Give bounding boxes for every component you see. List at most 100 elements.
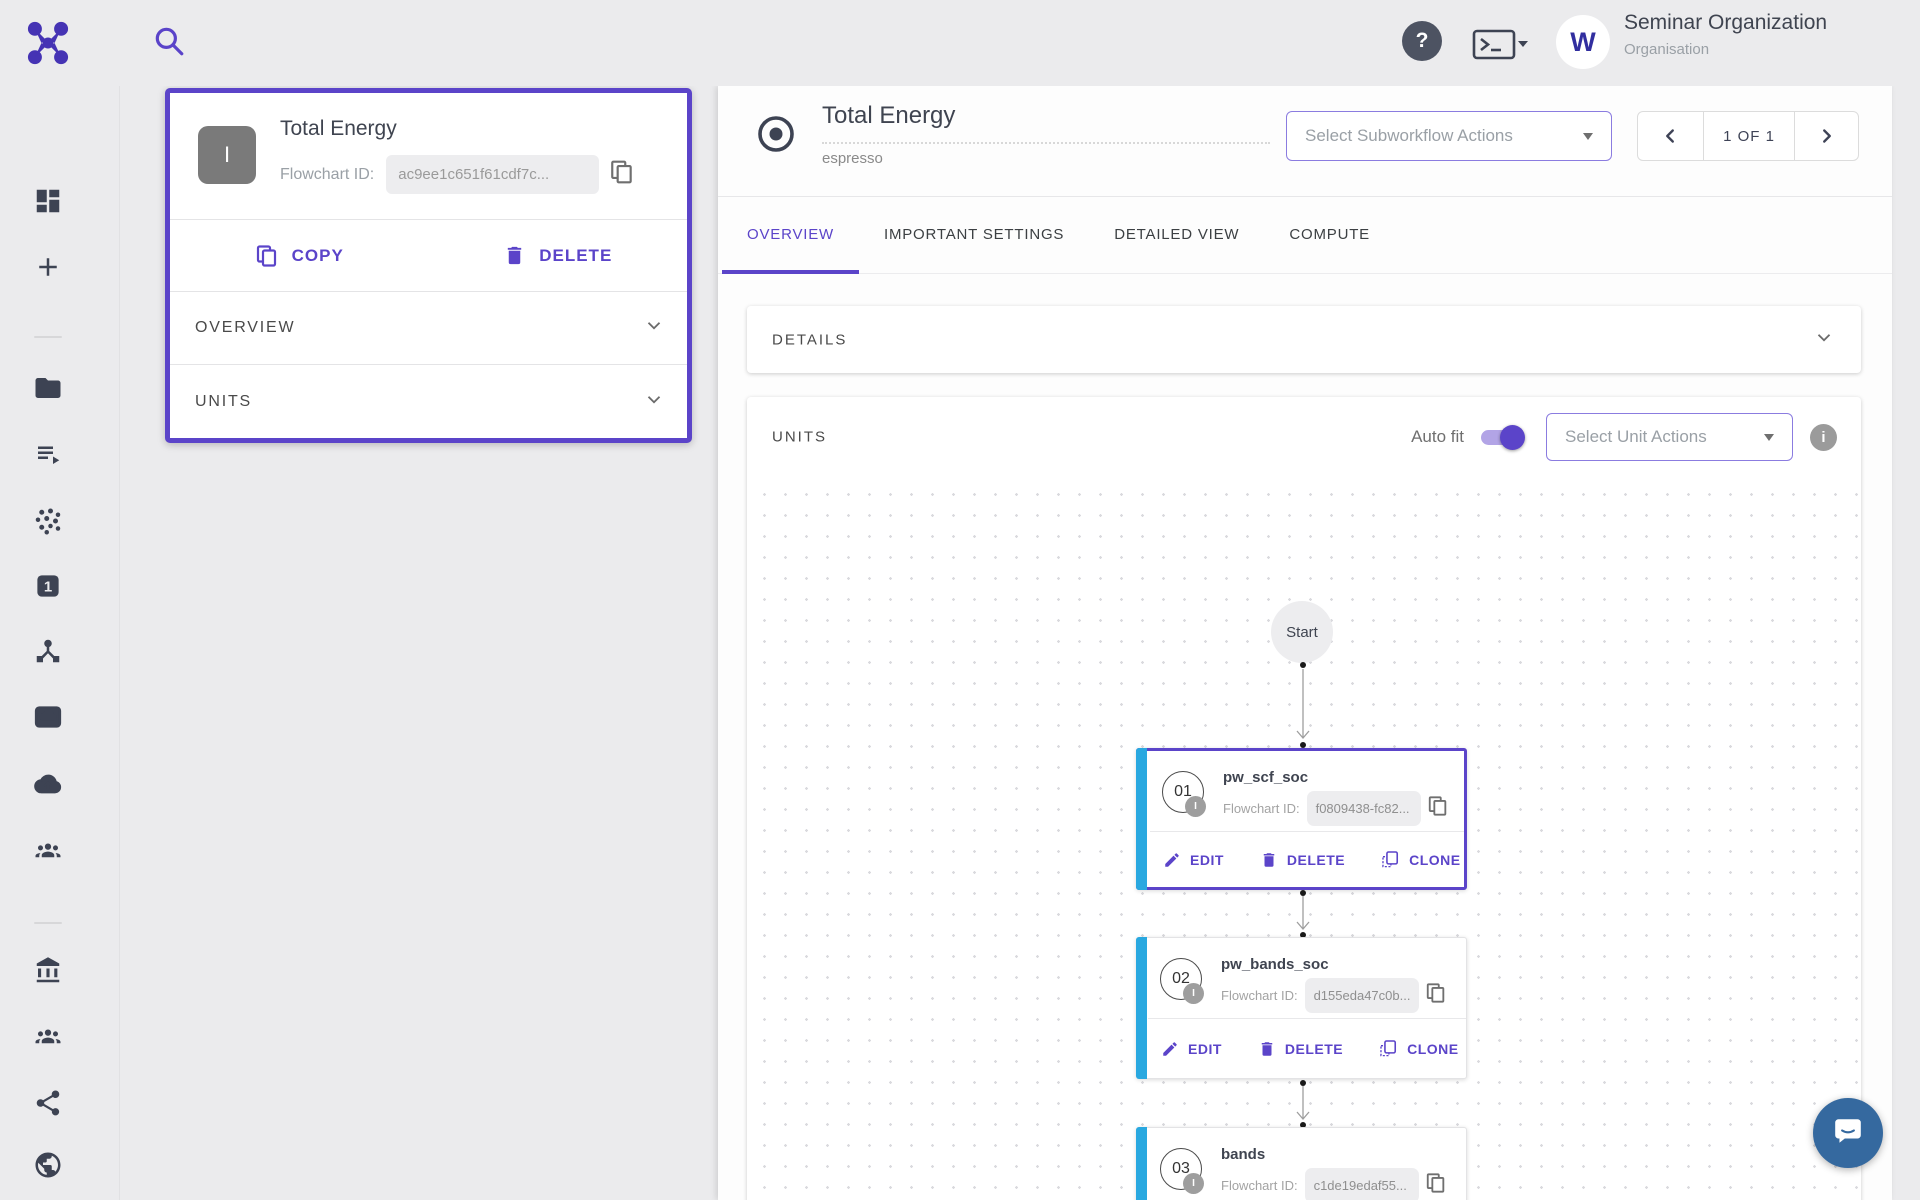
brand-logo-icon[interactable] [24, 19, 72, 67]
clone-unit-button[interactable]: CLONE [1381, 850, 1461, 869]
flowchart-id-label: Flowchart ID: [280, 166, 374, 184]
main-panel: Total Energy espresso Select Subworkflow… [718, 86, 1892, 1200]
folder-icon[interactable] [33, 373, 63, 403]
edit-unit-button[interactable]: EDIT [1163, 851, 1224, 869]
group-icon[interactable] [33, 1022, 63, 1052]
title-edit-underline [822, 142, 1270, 144]
left-nav-sidebar: 1 [0, 86, 98, 1200]
flow-connector [1295, 1080, 1311, 1128]
toggle-knob [1500, 425, 1525, 450]
sidebar-divider [34, 922, 62, 924]
sidebar-divider [34, 336, 62, 338]
bank-icon[interactable] [33, 956, 63, 986]
accordion-units[interactable]: UNITS [170, 364, 687, 438]
workflow-actions-row: COPY DELETE [170, 219, 687, 291]
tab-compute[interactable]: COMPUTE [1264, 196, 1395, 273]
selected-workflow-card: I Total Energy Flowchart ID: ac9ee1c651f… [165, 88, 692, 443]
flowchart-canvas[interactable]: Start 01 I pw_scf_soc Flowchart ID: [747, 477, 1861, 1200]
workflow-title: Total Energy [280, 117, 397, 141]
edit-unit-button[interactable]: EDIT [1161, 1040, 1222, 1058]
help-icon[interactable]: ? [1402, 21, 1442, 61]
chat-button[interactable] [1813, 1098, 1883, 1168]
delete-unit-button[interactable]: DELETE [1260, 851, 1345, 869]
copy-id-icon[interactable] [609, 159, 635, 190]
autofit-label: Auto fit [1411, 427, 1464, 447]
unit-badge: I [1183, 1173, 1204, 1194]
dashboard-icon[interactable] [33, 186, 63, 216]
start-node: Start [1271, 601, 1333, 663]
flowchart-id-value: ac9ee1c651f61cdf7c... [386, 155, 599, 194]
org-type: Organisation [1624, 41, 1709, 58]
main-tabs: OVERVIEW IMPORTANT SETTINGS DETAILED VIE… [718, 196, 1892, 274]
unit-node-01[interactable]: 01 I pw_scf_soc Flowchart ID: f0809438-f… [1136, 748, 1467, 890]
workflow-avatar: I [198, 126, 256, 184]
unit-flowchart-id: f0809438-fc82... [1307, 791, 1421, 826]
unit-id-row: Flowchart ID: c1de19edaf55... [1221, 1168, 1447, 1200]
team-icon[interactable] [33, 836, 63, 866]
unit-node-03[interactable]: 03 I bands Flowchart ID: c1de19edaf55... [1136, 1127, 1467, 1200]
badge-one-icon[interactable]: 1 [33, 571, 63, 601]
panel-divider [119, 86, 120, 1200]
unit-name: bands [1221, 1146, 1265, 1163]
dropdown-caret-icon [1583, 133, 1593, 145]
units-header: UNITS Auto fit Select Unit Actions i [747, 397, 1861, 477]
top-bar: ? W Seminar Organization Organisation [0, 0, 1920, 86]
delete-workflow-button[interactable]: DELETE [429, 220, 688, 291]
accordion-overview[interactable]: OVERVIEW [170, 291, 687, 364]
details-accordion[interactable]: DETAILS [747, 306, 1861, 373]
chevron-down-icon [1813, 326, 1835, 353]
search-icon[interactable] [152, 24, 186, 58]
copy-id-icon[interactable] [1427, 795, 1449, 822]
unit-actions-dropdown[interactable]: Select Unit Actions [1546, 413, 1793, 461]
unit-badge: I [1185, 796, 1206, 817]
unit-node-02[interactable]: 02 I pw_bands_soc Flowchart ID: d155eda4… [1136, 937, 1467, 1079]
application-subtitle: espresso [822, 150, 883, 167]
cluster-icon[interactable] [33, 506, 63, 536]
unit-type-color-bar [1136, 937, 1147, 1079]
copy-id-icon[interactable] [1425, 982, 1447, 1009]
unit-flowchart-id: d155eda47c0b... [1305, 978, 1419, 1013]
copy-workflow-button[interactable]: COPY [170, 220, 429, 291]
image-icon[interactable] [33, 702, 63, 732]
globe-icon[interactable] [33, 1150, 63, 1180]
org-name: Seminar Organization [1624, 11, 1827, 35]
subworkflow-actions-dropdown[interactable]: Select Subworkflow Actions [1286, 111, 1612, 161]
unit-id-row: Flowchart ID: d155eda47c0b... [1221, 978, 1447, 1013]
terminal-dropdown-icon[interactable] [1472, 26, 1530, 62]
chevron-down-icon [643, 388, 665, 415]
delete-unit-button[interactable]: DELETE [1258, 1040, 1343, 1058]
tab-overview[interactable]: OVERVIEW [722, 196, 859, 273]
tab-detailed-view[interactable]: DETAILED VIEW [1089, 196, 1264, 273]
org-avatar[interactable]: W [1556, 15, 1610, 69]
autofit-toggle[interactable] [1481, 430, 1521, 445]
subworkflow-pager: 1 OF 1 [1637, 111, 1859, 161]
workflow-list-icon[interactable] [33, 439, 63, 469]
info-icon[interactable]: i [1810, 424, 1837, 451]
unit-flowchart-id: c1de19edaf55... [1305, 1168, 1419, 1200]
unit-name: pw_scf_soc [1223, 769, 1308, 786]
pager-prev-button[interactable] [1638, 112, 1703, 160]
units-section: UNITS Auto fit Select Unit Actions i Sta… [747, 397, 1861, 1200]
tab-important-settings[interactable]: IMPORTANT SETTINGS [859, 196, 1089, 273]
share-icon[interactable] [33, 1088, 63, 1118]
flowchart-hub-icon[interactable] [33, 636, 63, 666]
dropdown-caret-icon [1764, 434, 1774, 446]
unit-actions: EDIT DELETE CLONE [1163, 832, 1458, 887]
cloud-upload-icon[interactable] [33, 769, 63, 799]
clone-unit-button[interactable]: CLONE [1379, 1039, 1459, 1058]
unit-type-color-bar [1136, 748, 1147, 890]
flow-connector [1295, 661, 1311, 749]
pager-count: 1 OF 1 [1703, 112, 1795, 160]
unit-badge: I [1183, 983, 1204, 1004]
workflow-target-icon [755, 113, 797, 155]
chevron-down-icon [643, 315, 665, 342]
unit-name: pw_bands_soc [1221, 956, 1329, 973]
copy-id-icon[interactable] [1425, 1172, 1447, 1199]
page-title: Total Energy [822, 102, 955, 130]
svg-text:1: 1 [44, 579, 52, 596]
plus-icon[interactable] [33, 252, 63, 282]
flow-connector [1295, 890, 1311, 938]
unit-type-color-bar [1136, 1127, 1147, 1200]
pager-next-button[interactable] [1794, 112, 1858, 160]
chat-icon [1832, 1115, 1864, 1152]
